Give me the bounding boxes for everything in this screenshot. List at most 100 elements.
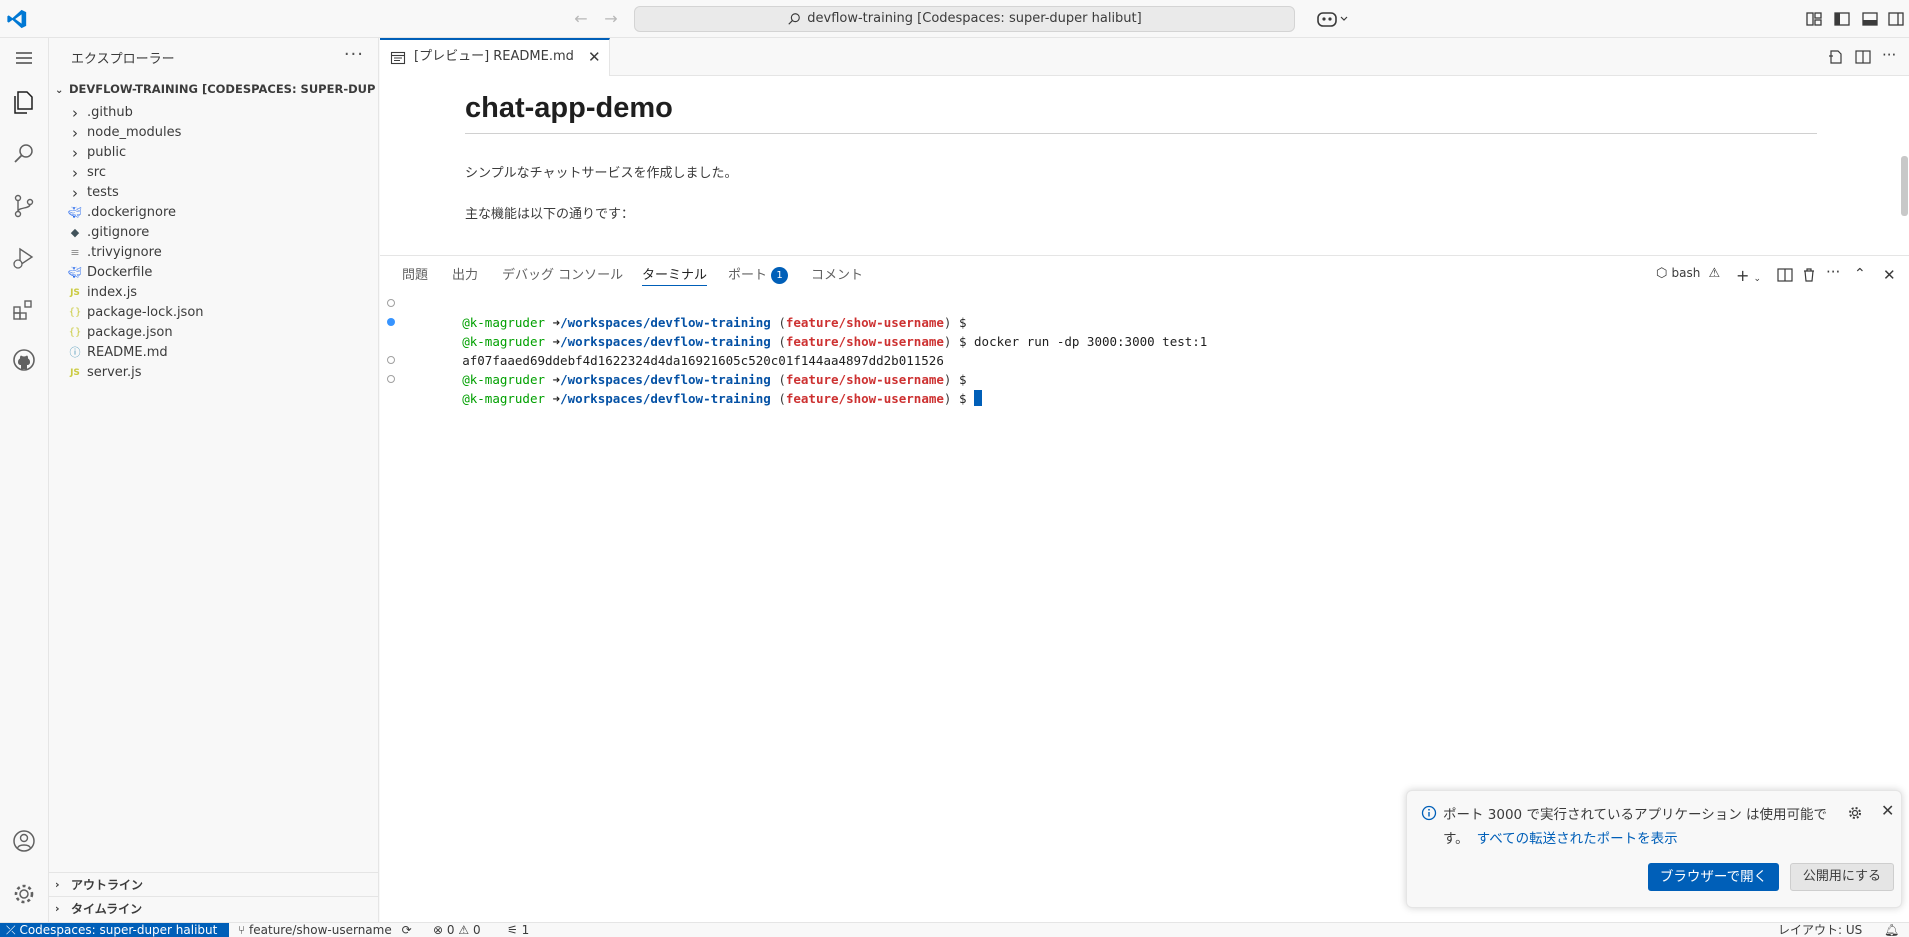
gear-icon[interactable] bbox=[10, 880, 38, 908]
close-icon[interactable]: ✕ bbox=[1881, 801, 1894, 820]
git-branch-icon: ⑂ bbox=[238, 923, 246, 937]
make-public-button[interactable]: 公開用にする bbox=[1790, 863, 1894, 891]
search-icon[interactable] bbox=[10, 140, 38, 168]
tab-debug-console[interactable]: デバッグ コンソール bbox=[502, 264, 623, 286]
new-terminal-button[interactable]: + ⌄ bbox=[1736, 266, 1762, 285]
close-icon[interactable]: ✕ bbox=[1883, 266, 1896, 284]
sync-icon[interactable]: ⟳ bbox=[402, 923, 412, 937]
command-status-icon bbox=[387, 375, 395, 383]
chevron-right-icon: › bbox=[55, 902, 60, 915]
terminal-cursor bbox=[974, 390, 983, 406]
timeline-section[interactable]: › タイムライン bbox=[49, 896, 379, 920]
open-in-browser-button[interactable]: ブラウザーで開く bbox=[1648, 863, 1779, 891]
customize-layout-icon[interactable] bbox=[1805, 10, 1823, 28]
toggle-primary-sidebar-icon[interactable] bbox=[1833, 10, 1851, 28]
terminal-shell-selector[interactable]: ⬡ bash ⚠ bbox=[1656, 266, 1720, 284]
tab-readme-preview[interactable]: [プレビュー] README.md ✕ bbox=[380, 38, 610, 76]
tab-terminal[interactable]: ターミナル bbox=[642, 264, 708, 286]
editor-tabs: [プレビュー] README.md ✕ ··· bbox=[380, 38, 1909, 76]
git-icon: ◆ bbox=[70, 226, 80, 239]
more-actions-icon[interactable]: ··· bbox=[1826, 265, 1840, 284]
source-control-icon[interactable] bbox=[10, 192, 38, 220]
file-item[interactable]: ≡ .trivyignore bbox=[49, 242, 379, 264]
tab-ports[interactable]: ポート 1 bbox=[728, 264, 789, 286]
toggle-panel-icon[interactable] bbox=[1861, 10, 1879, 28]
more-actions-icon[interactable]: ··· bbox=[344, 44, 364, 65]
prompt-user: @k-magruder bbox=[462, 391, 546, 406]
keyboard-layout[interactable]: レイアウト: US bbox=[1778, 923, 1862, 937]
notifications-bell-icon[interactable]: 🔔︎ bbox=[1884, 923, 1899, 937]
folder-item[interactable]: › src bbox=[49, 162, 379, 184]
file-item[interactable]: {} package.json bbox=[49, 322, 379, 344]
command-status-icon bbox=[387, 318, 395, 326]
javascript-icon: JS bbox=[70, 288, 80, 298]
remote-icon: ⤫ bbox=[6, 923, 16, 937]
ports-indicator[interactable]: ⚟ 1 bbox=[507, 923, 529, 937]
file-item[interactable]: JS index.js bbox=[49, 282, 379, 304]
chevron-down-icon: ⌄ bbox=[1753, 274, 1762, 284]
maximize-panel-icon[interactable]: ⌃ bbox=[1854, 266, 1866, 284]
file-item[interactable]: {} package-lock.json bbox=[49, 302, 379, 324]
tab-comments[interactable]: コメント bbox=[811, 264, 863, 286]
terminal-output[interactable]: @k-magruder ➜/workspaces/devflow-trainin… bbox=[380, 294, 1909, 406]
tree-item-label: src bbox=[87, 165, 106, 180]
gear-icon[interactable] bbox=[1847, 805, 1863, 821]
json-icon: {} bbox=[68, 327, 82, 338]
broadcast-icon: ⚟ bbox=[507, 923, 518, 937]
open-source-icon[interactable] bbox=[1827, 48, 1845, 66]
outline-section[interactable]: › アウトライン bbox=[49, 872, 379, 896]
error-count: 0 bbox=[446, 923, 455, 937]
terminal-line: @k-magruder ➜/workspaces/devflow-trainin… bbox=[380, 294, 1909, 330]
editor-area: [プレビュー] README.md ✕ ··· chat-app-demo シン… bbox=[380, 38, 1909, 255]
file-item[interactable]: JS server.js bbox=[49, 362, 379, 384]
javascript-icon: JS bbox=[70, 368, 80, 378]
tree-item-label: server.js bbox=[87, 365, 142, 380]
menu-icon[interactable] bbox=[10, 44, 38, 72]
problems-indicator[interactable]: ⊗ 0 ⚠ 0 bbox=[433, 923, 481, 937]
tab-label: [プレビュー] README.md bbox=[414, 49, 574, 64]
accounts-icon[interactable] bbox=[10, 827, 38, 855]
folder-item[interactable]: › node_modules bbox=[49, 122, 379, 144]
remote-indicator[interactable]: ⤫ Codespaces: super-duper halibut bbox=[0, 923, 229, 937]
workspace-root-label: DEVFLOW-TRAINING [CODESPACES: SUPER-DUPE… bbox=[69, 82, 375, 96]
tree-item-label: package.json bbox=[87, 325, 173, 340]
folder-item[interactable]: › public bbox=[49, 142, 379, 164]
split-terminal-icon[interactable] bbox=[1776, 266, 1794, 284]
folder-item[interactable]: › .github bbox=[49, 102, 379, 124]
command-center-search[interactable]: devflow-training [Codespaces: super-dupe… bbox=[634, 6, 1295, 32]
chevron-right-icon: › bbox=[72, 164, 78, 182]
back-arrow-icon[interactable]: ← bbox=[570, 8, 592, 30]
split-editor-icon[interactable] bbox=[1854, 48, 1872, 66]
docker-icon: 🐳︎ bbox=[68, 266, 82, 279]
forward-arrow-icon[interactable]: → bbox=[600, 8, 622, 30]
tab-problems[interactable]: 問題 bbox=[402, 264, 428, 286]
tree-item-label: tests bbox=[87, 185, 119, 200]
file-item[interactable]: 🐳︎ Dockerfile bbox=[49, 262, 379, 284]
trash-icon[interactable] bbox=[1800, 266, 1818, 284]
file-item[interactable]: ⓘ README.md bbox=[49, 342, 379, 364]
folder-item[interactable]: › tests bbox=[49, 182, 379, 204]
chevron-right-icon: › bbox=[72, 184, 78, 202]
tab-label: ターミナル bbox=[642, 268, 708, 283]
explorer-icon[interactable] bbox=[10, 88, 38, 116]
file-item[interactable]: 🐳︎ .dockerignore bbox=[49, 202, 379, 224]
show-forwarded-ports-link[interactable]: すべての転送されたポートを表示 bbox=[1477, 831, 1678, 847]
file-item[interactable]: ◆ .gitignore bbox=[49, 222, 379, 244]
github-icon[interactable] bbox=[10, 346, 38, 374]
copilot-icon[interactable] bbox=[1315, 8, 1353, 30]
editor-scrollbar[interactable] bbox=[1899, 116, 1909, 255]
tree-item-label: .trivyignore bbox=[87, 245, 162, 260]
chevron-down-icon: ⌄ bbox=[55, 85, 64, 96]
scrollbar-thumb[interactable] bbox=[1901, 156, 1908, 216]
readme-paragraph: 主な機能は以下の通りです： bbox=[465, 207, 635, 222]
tab-output[interactable]: 出力 bbox=[452, 264, 478, 286]
extensions-icon[interactable] bbox=[10, 296, 38, 324]
run-debug-icon[interactable] bbox=[10, 244, 38, 272]
toggle-secondary-sidebar-icon[interactable] bbox=[1887, 10, 1905, 28]
more-actions-icon[interactable]: ··· bbox=[1882, 48, 1900, 66]
branch-indicator[interactable]: ⑂ feature/show-username ⟳ bbox=[238, 923, 412, 937]
error-icon: ⊗ bbox=[433, 923, 444, 937]
workspace-root[interactable]: ⌄ DEVFLOW-TRAINING [CODESPACES: SUPER-DUP… bbox=[55, 78, 375, 100]
close-icon[interactable]: ✕ bbox=[588, 40, 601, 74]
terminal-line: @k-magruder ➜/workspaces/devflow-trainin… bbox=[380, 313, 1909, 349]
